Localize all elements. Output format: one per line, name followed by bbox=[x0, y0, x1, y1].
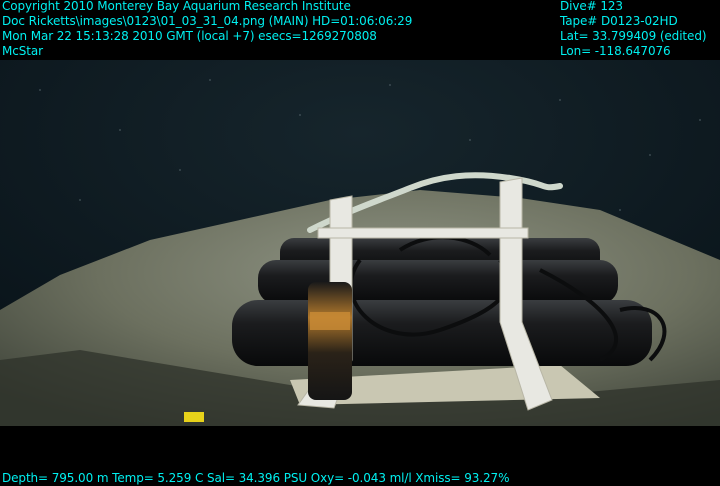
project-line: McStar bbox=[2, 44, 43, 58]
copyright-line: Copyright 2010 Monterey Bay Aquarium Res… bbox=[2, 0, 351, 13]
image-path-line: Doc Ricketts\images\0123\01_03_31_04.png… bbox=[2, 14, 413, 28]
tape-number: Tape# D0123-02HD bbox=[560, 14, 678, 28]
sensor-probe bbox=[308, 282, 352, 400]
timestamp-line: Mon Mar 22 15:13:28 2010 GMT (local +7) … bbox=[2, 29, 377, 43]
longitude: Lon= -118.647076 bbox=[560, 44, 671, 58]
dive-number: Dive# 123 bbox=[560, 0, 623, 13]
probe-band bbox=[310, 312, 350, 330]
seafloor-scene bbox=[0, 60, 720, 426]
video-frame: Copyright 2010 Monterey Bay Aquarium Res… bbox=[0, 0, 720, 486]
yellow-marker bbox=[184, 412, 204, 422]
instrument-cylinder-front bbox=[232, 300, 652, 366]
sensor-readout: Depth= 795.00 m Temp= 5.259 C Sal= 34.39… bbox=[2, 471, 510, 485]
latitude: Lat= 33.799409 (edited) bbox=[560, 29, 707, 43]
header-left-overlay: Copyright 2010 Monterey Bay Aquarium Res… bbox=[2, 0, 412, 59]
header-right-overlay: Dive# 123 Tape# D0123-02HD Lat= 33.79940… bbox=[560, 0, 707, 59]
